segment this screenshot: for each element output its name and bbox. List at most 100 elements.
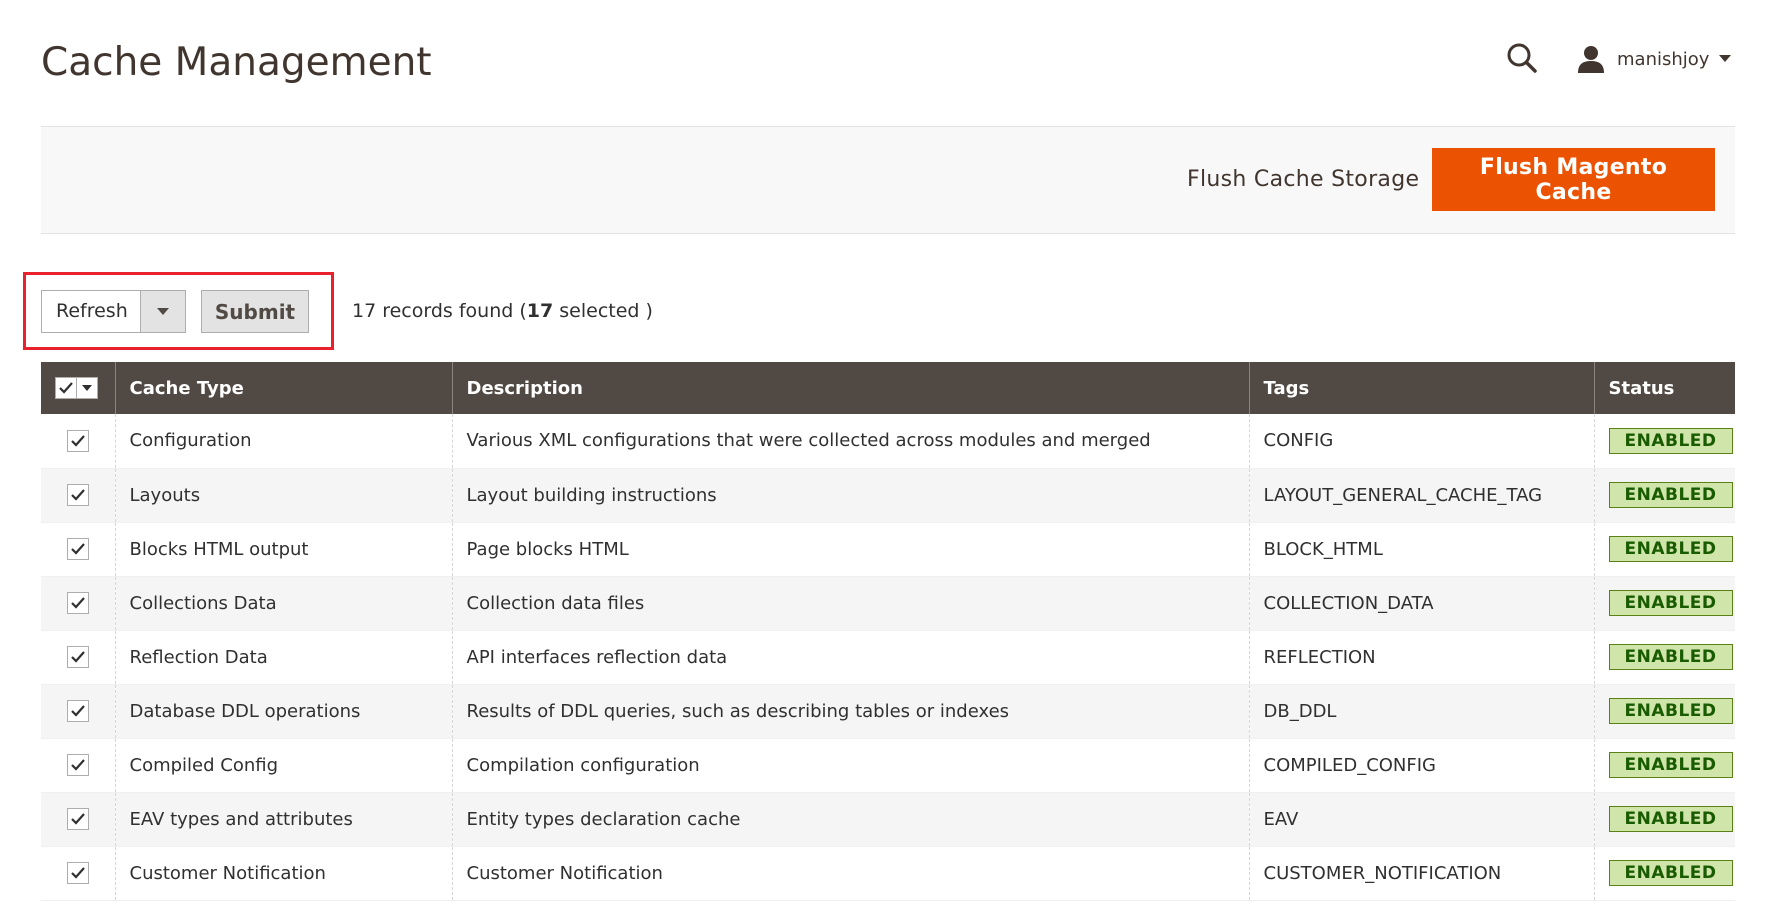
table-row[interactable]: Reflection Data API interfaces reflection… — [41, 630, 1735, 684]
checkmark-icon — [70, 651, 85, 663]
tags-cell: DB_DDL — [1248, 684, 1594, 738]
status-cell: ENABLED — [1593, 684, 1735, 738]
row-checkbox[interactable] — [66, 754, 89, 776]
grid-header-row: Cache Type Description Tags Status — [41, 362, 1735, 414]
table-row[interactable]: Customer Notification Customer Notificati… — [41, 846, 1735, 900]
mass-action-select[interactable]: Refresh — [41, 290, 186, 333]
page-actions-bar: Flush Cache Storage Flush Magento Cache — [41, 126, 1735, 234]
row-checkbox-cell[interactable] — [41, 792, 115, 846]
checkmark-icon — [70, 597, 85, 609]
description-cell: Customer Notification — [451, 846, 1249, 900]
cache-type-cell: Compiled Config — [114, 738, 452, 792]
status-badge: ENABLED — [1608, 698, 1733, 724]
row-checkbox[interactable] — [66, 700, 89, 722]
records-suffix: selected ) — [553, 300, 653, 322]
row-checkbox[interactable] — [66, 808, 89, 830]
table-row[interactable]: Configuration Various XML configurations … — [41, 414, 1735, 468]
column-header-tags[interactable]: Tags — [1248, 362, 1594, 414]
table-row[interactable]: Database DDL operations Results of DDL qu… — [41, 684, 1735, 738]
submit-button[interactable]: Submit — [201, 290, 309, 333]
table-row[interactable]: Blocks HTML output Page blocks HTML BLOCK_… — [41, 522, 1735, 576]
row-checkbox-cell[interactable] — [41, 414, 115, 468]
caret-down-icon — [82, 384, 92, 391]
table-row[interactable]: Layouts Layout building instructions LAYOU… — [41, 468, 1735, 522]
cache-type-cell: Layouts — [114, 468, 452, 522]
table-row[interactable]: Compiled Config Compilation configuration… — [41, 738, 1735, 792]
status-cell: ENABLED — [1593, 522, 1735, 576]
user-menu[interactable]: manishjoy — [1576, 42, 1732, 76]
description-cell: Layout building instructions — [451, 468, 1249, 522]
cache-type-cell: Database DDL operations — [114, 684, 452, 738]
search-icon[interactable] — [1504, 40, 1540, 76]
tags-cell: REFLECTION — [1248, 630, 1594, 684]
caret-down-icon — [1719, 55, 1732, 62]
user-icon — [1578, 46, 1604, 73]
selected-count: 17 — [526, 300, 554, 322]
grid-body: Configuration Various XML configurations … — [41, 414, 1735, 900]
checkmark-icon — [59, 382, 73, 394]
table-row[interactable]: EAV types and attributes Entity types dec… — [41, 792, 1735, 846]
status-badge: ENABLED — [1608, 427, 1733, 454]
status-badge: ENABLED — [1608, 644, 1733, 670]
column-header-cache-type[interactable]: Cache Type — [114, 362, 452, 414]
checkmark-icon — [70, 867, 85, 879]
status-cell: ENABLED — [1593, 738, 1735, 792]
cache-type-cell: Customer Notification — [114, 846, 452, 900]
dropdown-arrow-icon[interactable] — [140, 291, 185, 332]
description-cell: Compilation configuration — [451, 738, 1249, 792]
description-cell: API interfaces reflection data — [451, 630, 1249, 684]
checkmark-icon — [70, 489, 85, 501]
select-all-checkbox[interactable] — [55, 377, 77, 399]
description-cell: Various XML configurations that were col… — [451, 414, 1249, 468]
status-badge: ENABLED — [1608, 860, 1733, 886]
status-badge: ENABLED — [1608, 536, 1733, 562]
row-checkbox-cell[interactable] — [41, 522, 115, 576]
checkmark-icon — [70, 759, 85, 771]
status-cell: ENABLED — [1593, 792, 1735, 846]
row-checkbox[interactable] — [66, 429, 89, 452]
row-checkbox-cell[interactable] — [41, 684, 115, 738]
mass-action-value: Refresh — [56, 300, 128, 322]
column-header-status[interactable]: Status — [1593, 362, 1735, 414]
status-cell: ENABLED — [1593, 576, 1735, 630]
status-badge: ENABLED — [1608, 806, 1733, 832]
checkmark-icon — [70, 705, 85, 717]
row-checkbox[interactable] — [66, 646, 89, 668]
user-name: manishjoy — [1617, 48, 1710, 70]
description-cell: Collection data files — [451, 576, 1249, 630]
row-checkbox-cell[interactable] — [41, 576, 115, 630]
row-checkbox-cell[interactable] — [41, 630, 115, 684]
description-cell: Page blocks HTML — [451, 522, 1249, 576]
tags-cell: EAV — [1248, 792, 1594, 846]
tags-cell: COMPILED_CONFIG — [1248, 738, 1594, 792]
tags-cell: CUSTOMER_NOTIFICATION — [1248, 846, 1594, 900]
page-title: Cache Management — [41, 40, 432, 85]
status-badge: ENABLED — [1608, 482, 1733, 508]
flush-magento-cache-button[interactable]: Flush Magento Cache — [1432, 148, 1715, 211]
row-checkbox[interactable] — [66, 592, 89, 614]
checkmark-icon — [70, 435, 85, 447]
description-cell: Entity types declaration cache — [451, 792, 1249, 846]
cache-type-cell: Blocks HTML output — [114, 522, 452, 576]
row-checkbox[interactable] — [66, 484, 89, 506]
row-checkbox-cell[interactable] — [41, 846, 115, 900]
description-cell: Results of DDL queries, such as describi… — [451, 684, 1249, 738]
cache-type-cell: EAV types and attributes — [114, 792, 452, 846]
cache-type-cell: Reflection Data — [114, 630, 452, 684]
status-cell: ENABLED — [1593, 414, 1735, 468]
row-checkbox[interactable] — [66, 862, 89, 884]
records-prefix: 17 records found ( — [352, 300, 527, 322]
status-badge: ENABLED — [1608, 590, 1733, 616]
row-checkbox[interactable] — [66, 538, 89, 560]
checkmark-icon — [70, 813, 85, 825]
cache-type-cell: Configuration — [114, 414, 452, 468]
status-cell: ENABLED — [1593, 468, 1735, 522]
select-options-dropdown[interactable] — [77, 377, 98, 399]
row-checkbox-cell[interactable] — [41, 468, 115, 522]
mass-select-header[interactable] — [41, 362, 115, 414]
tags-cell: COLLECTION_DATA — [1248, 576, 1594, 630]
table-row[interactable]: Collections Data Collection data files COL… — [41, 576, 1735, 630]
row-checkbox-cell[interactable] — [41, 738, 115, 792]
column-header-description[interactable]: Description — [451, 362, 1249, 414]
flush-cache-storage-button[interactable]: Flush Cache Storage — [1167, 148, 1439, 210]
